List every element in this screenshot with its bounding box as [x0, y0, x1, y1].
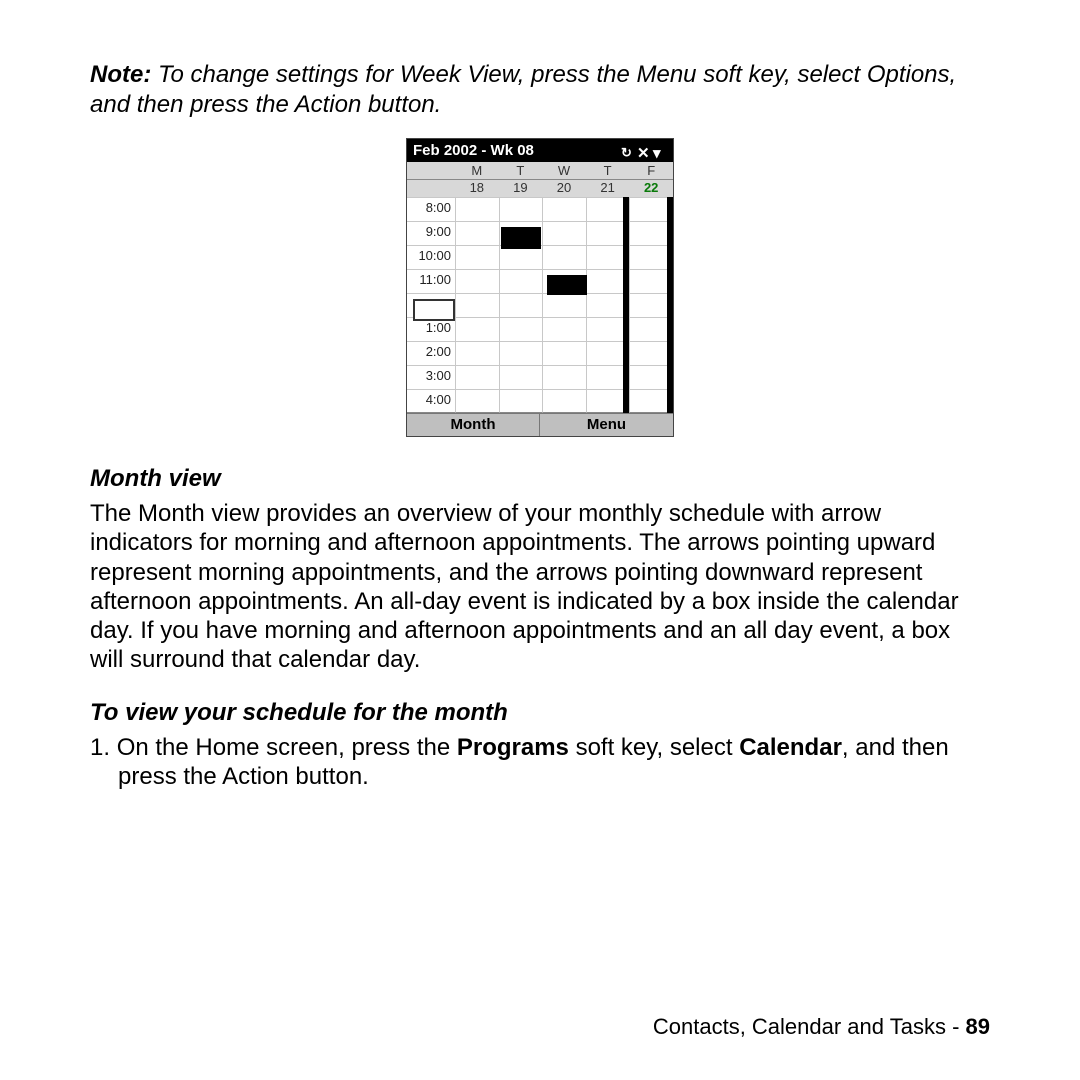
- month-view-heading: Month view: [90, 465, 990, 493]
- week-grid: 8:00 9:00 10:00 11:00 12 P 1:00 2:00 3:0…: [407, 197, 673, 413]
- grid-cell[interactable]: [499, 293, 543, 317]
- softkey-bar: Month Menu: [407, 413, 673, 436]
- grid-cell[interactable]: [455, 317, 499, 341]
- day-label: F: [629, 162, 673, 179]
- page-footer: Contacts, Calendar and Tasks - 89: [653, 1014, 990, 1040]
- appointment-block[interactable]: [547, 275, 587, 295]
- note-text: To change settings for Week View, press …: [90, 61, 956, 118]
- grid-cell[interactable]: [499, 389, 543, 413]
- allday-stripe-thu: [623, 197, 629, 413]
- phone-title-bar: Feb 2002 - Wk 08 ✕ ▾: [407, 139, 673, 162]
- step-bold-programs: Programs: [457, 734, 569, 761]
- grid-cell[interactable]: [499, 317, 543, 341]
- grid-cell[interactable]: [542, 389, 586, 413]
- day-header-spacer: [407, 162, 455, 179]
- footer-page: 89: [966, 1014, 990, 1039]
- step-bold-calendar: Calendar: [739, 734, 842, 761]
- status-icons: ✕ ▾: [621, 144, 667, 158]
- grid-cell[interactable]: [499, 197, 543, 221]
- softkey-month[interactable]: Month: [407, 414, 540, 436]
- day-header-row: M T W T F: [407, 162, 673, 180]
- day-label: T: [586, 162, 630, 179]
- date-label: 21: [586, 180, 630, 197]
- day-label: M: [455, 162, 499, 179]
- time-label: 10:00: [407, 245, 455, 269]
- date-label: 20: [542, 180, 586, 197]
- time-label: 2:00: [407, 341, 455, 365]
- grid-cell[interactable]: [499, 365, 543, 389]
- note-label: Note:: [90, 61, 151, 88]
- grid-cell[interactable]: [455, 341, 499, 365]
- date-spacer: [407, 180, 455, 197]
- grid-cell[interactable]: [455, 197, 499, 221]
- appointment-block[interactable]: [501, 227, 541, 249]
- grid-cell[interactable]: [542, 293, 586, 317]
- date-label: 19: [499, 180, 543, 197]
- grid-cell[interactable]: [542, 317, 586, 341]
- close-icon: ✕: [637, 144, 651, 158]
- phone-title: Feb 2002 - Wk 08: [413, 142, 534, 159]
- sync-icon: [621, 144, 635, 158]
- date-row: 18 19 20 21 22: [407, 180, 673, 197]
- day-label: T: [499, 162, 543, 179]
- time-label: 4:00: [407, 389, 455, 413]
- day-label: W: [542, 162, 586, 179]
- to-view-schedule-heading: To view your schedule for the month: [90, 699, 990, 727]
- time-label: 9:00: [407, 221, 455, 245]
- softkey-menu[interactable]: Menu: [540, 414, 673, 436]
- grid-cell[interactable]: [455, 245, 499, 269]
- grid-cell[interactable]: [542, 365, 586, 389]
- phone-screenshot: Feb 2002 - Wk 08 ✕ ▾ M T W T F 18 19 20 …: [406, 138, 674, 437]
- grid-cell[interactable]: [499, 269, 543, 293]
- grid-cell[interactable]: [455, 365, 499, 389]
- step-1: 1. On the Home screen, press the Program…: [90, 733, 990, 792]
- grid-cell[interactable]: [542, 245, 586, 269]
- step-num: 1.: [90, 734, 117, 761]
- date-label: 18: [455, 180, 499, 197]
- time-label: 3:00: [407, 365, 455, 389]
- screenshot-container: Feb 2002 - Wk 08 ✕ ▾ M T W T F 18 19 20 …: [90, 138, 990, 437]
- note-paragraph: Note: To change settings for Week View, …: [90, 60, 990, 120]
- allday-stripe-fri: [667, 197, 673, 413]
- step-text: On the Home screen, press the: [117, 734, 457, 761]
- signal-icon: ▾: [653, 144, 667, 158]
- time-label: 8:00: [407, 197, 455, 221]
- footer-section: Contacts, Calendar and Tasks -: [653, 1014, 966, 1039]
- grid-cell[interactable]: [455, 269, 499, 293]
- date-label-today: 22: [629, 180, 673, 197]
- grid-cell[interactable]: [499, 341, 543, 365]
- grid-cell[interactable]: [455, 293, 499, 317]
- month-view-body: The Month view provides an overview of y…: [90, 499, 990, 675]
- time-label: 11:00: [407, 269, 455, 293]
- grid-cell[interactable]: [455, 389, 499, 413]
- step-text: soft key, select: [569, 734, 739, 761]
- selection-box[interactable]: [413, 299, 455, 321]
- grid-cell[interactable]: [542, 341, 586, 365]
- grid-cell[interactable]: [455, 221, 499, 245]
- grid-cell[interactable]: [542, 197, 586, 221]
- grid-cell[interactable]: [542, 221, 586, 245]
